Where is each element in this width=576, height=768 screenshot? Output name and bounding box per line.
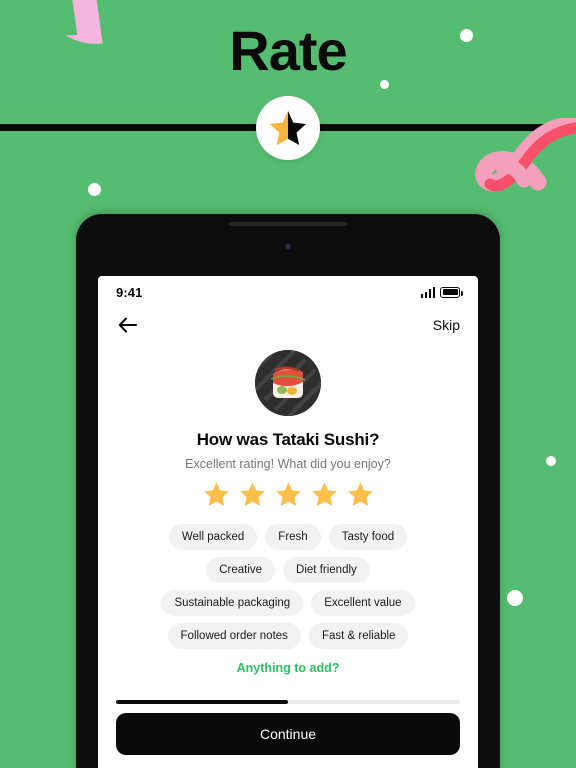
star-filled-icon: [347, 482, 373, 506]
tag-chip[interactable]: Fast & reliable: [308, 623, 409, 649]
tag-chip[interactable]: Creative: [206, 557, 276, 583]
decorative-dot: [546, 456, 556, 466]
decorative-pink-ribbon: [475, 118, 576, 192]
star-rating-5[interactable]: [347, 481, 374, 508]
star-rating[interactable]: [118, 481, 458, 508]
status-time: 9:41: [116, 284, 143, 300]
continue-button[interactable]: Continue: [116, 713, 460, 755]
star-rating-4[interactable]: [311, 481, 338, 508]
add-note-link[interactable]: Anything to add?: [118, 661, 458, 675]
tag-row: Well packed Fresh Tasty food: [168, 524, 408, 550]
star-rating-1[interactable]: [203, 481, 230, 508]
tag-chip[interactable]: Well packed: [168, 524, 258, 550]
battery-icon: [440, 286, 463, 298]
star-filled-icon: [239, 482, 265, 506]
tag-chip[interactable]: Sustainable packaging: [161, 590, 304, 616]
star-filled-icon: [275, 482, 301, 506]
decorative-dot: [507, 590, 523, 606]
signal-bars-icon: [420, 286, 435, 298]
tag-row: Creative Diet friendly: [206, 557, 370, 583]
restaurant-question-title: How was Tataki Sushi?: [196, 430, 380, 449]
tag-chip[interactable]: Excellent value: [311, 590, 415, 616]
tag-row: Followed order notes Fast & reliable: [167, 623, 409, 649]
star-icon: [270, 111, 306, 145]
device-speaker: [229, 222, 347, 226]
star-badge: [256, 96, 320, 160]
screen-footer: Continue: [98, 700, 478, 768]
back-arrow-icon: [118, 317, 137, 333]
tag-row: Sustainable packaging Excellent value: [161, 590, 415, 616]
tag-chip[interactable]: Followed order notes: [167, 623, 301, 649]
skip-button[interactable]: Skip: [433, 317, 460, 333]
tag-chip[interactable]: Tasty food: [328, 524, 408, 550]
sushi-photo: [255, 350, 321, 416]
star-filled-icon: [311, 482, 337, 506]
tag-chip[interactable]: Fresh: [265, 524, 321, 550]
nav-row: Skip: [98, 308, 478, 342]
review-content: How was Tataki Sushi? Excellent rating! …: [98, 342, 478, 675]
rating-subtitle: Excellent rating! What did you enjoy?: [185, 457, 391, 471]
progress-bar-fill: [116, 700, 288, 704]
phone-screen: 9:41 Skip How was Tataki Sushi? Excellen…: [98, 276, 478, 768]
star-filled-icon: [203, 482, 229, 506]
page-title: Rate: [229, 19, 347, 82]
decorative-dot: [88, 183, 101, 196]
tag-chip[interactable]: Diet friendly: [283, 557, 370, 583]
restaurant-food-image: [255, 350, 321, 416]
status-bar: 9:41: [98, 276, 478, 308]
poster-canvas: Rate 9:41 Skip How was Tataki Sushi? Exc…: [0, 0, 576, 768]
star-rating-2[interactable]: [239, 481, 266, 508]
status-indicators: [420, 286, 463, 298]
device-camera-icon: [285, 244, 291, 249]
review-tags: Well packed Fresh Tasty food Creative Di…: [118, 524, 458, 649]
phone-device: 9:41 Skip How was Tataki Sushi? Excellen…: [76, 214, 500, 768]
back-button[interactable]: [116, 314, 138, 336]
progress-bar: [116, 700, 460, 704]
star-rating-3[interactable]: [275, 481, 302, 508]
